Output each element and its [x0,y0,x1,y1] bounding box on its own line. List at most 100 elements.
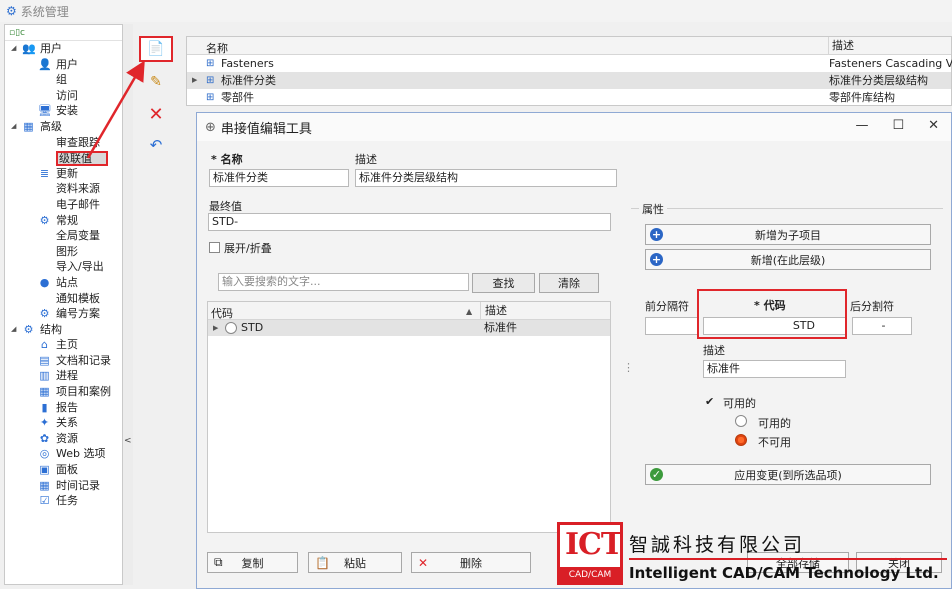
globe-icon: ● [39,275,50,289]
expand-collapse-checkbox[interactable] [209,242,220,253]
tree-expand-icon[interactable]: ▫▯c [9,28,25,38]
prefix-input[interactable] [645,317,699,335]
tree-item[interactable]: 导入/导出 [5,259,122,275]
col-header-desc[interactable]: 描述 [828,37,854,55]
tree-item[interactable]: ≣ 更新 [5,166,122,182]
suffix-label: 后分割符 [850,300,894,313]
tree-item[interactable]: 全局变量 [5,228,122,244]
prop-desc-input[interactable]: 标准件 [703,360,846,378]
new-document-icon: 📄 [147,41,165,57]
tree-item[interactable]: ▮ 报告 [5,400,122,416]
tree-toolbar[interactable]: ▫▯c [5,25,122,41]
tree-item[interactable]: 访问 [5,88,122,104]
tree-item[interactable]: ⚙ 编号方案 [5,306,122,322]
tree-item[interactable]: ⚙ 常规 [5,213,122,229]
grid-header: 名称 描述 [187,37,951,55]
tree-item[interactable]: 👤 用户 [5,57,122,73]
gear-icon: ⚙ [6,4,17,18]
maximize-button[interactable]: ☐ [892,118,904,133]
delete-button[interactable]: ✕ [139,101,173,127]
add-sibling-button[interactable]: + 新增(在此层级) [645,249,931,270]
suffix-input[interactable]: - [852,317,912,335]
radio-available[interactable] [735,415,747,427]
tree-item[interactable]: ◎ Web 选项 [5,446,122,462]
tree-item-label: 安装 [56,104,78,118]
col-header-code[interactable]: 代码 [211,305,233,321]
row-name: Fasteners [221,57,274,70]
undo-button[interactable]: ↶ [139,132,173,158]
sort-asc-icon[interactable]: ▲ [466,307,472,316]
tree-item[interactable]: ▦ 项目和案例 [5,384,122,400]
expand-arrow-icon[interactable]: ◢ [11,119,19,135]
add-child-button[interactable]: + 新增为子项目 [645,224,931,245]
dialog-titlebar[interactable]: ⊕ 串接值编辑工具 [197,113,951,141]
tree-item[interactable]: 通知模板 [5,291,122,307]
check-circle-icon: ✓ [650,468,663,481]
tree-item-label: 任务 [56,494,78,508]
tree-item[interactable]: 资料来源 [5,181,122,197]
tree-item[interactable]: ▤ 文档和记录 [5,353,122,369]
chevron-left-icon[interactable]: < [124,436,132,446]
delete-row-button[interactable]: ✕ 删除 [411,552,531,573]
row-desc: Fasteners Cascading Value [829,57,952,70]
tree-item[interactable]: 电子邮件 [5,197,122,213]
desc-input[interactable]: 标准件分类层级结构 [355,169,617,187]
tree-item[interactable]: ◢ 👥 用户 [5,41,122,57]
highlight-box-code [697,289,847,339]
tree-item[interactable]: ◢ ⚙ 结构 [5,322,122,338]
tree-item[interactable]: ▦ 时间记录 [5,478,122,494]
tree-item[interactable]: ◢ ▦ 高级 [5,119,122,135]
tree-item-label: 常规 [56,213,78,227]
table-row[interactable]: ▶ ⊞ 标准件分类 标准件分类层级结构 [187,72,951,89]
search-input[interactable]: 输入要搜索的文字... [218,273,469,291]
desc-label: 描述 [355,153,377,166]
radio-unavailable[interactable] [735,434,747,446]
table-row[interactable]: ⊞ Fasteners Fasteners Cascading Value [187,55,952,72]
tree-item[interactable]: 图形 [5,244,122,260]
close-window-button[interactable]: ✕ [928,118,939,133]
sidebar-collapse[interactable]: < [123,24,133,585]
process-icon: ▥ [39,369,50,383]
find-button[interactable]: 查找 [472,273,535,293]
code-row[interactable]: ▶ STD 标准件 [208,320,610,336]
expand-arrow-icon[interactable]: ◢ [11,322,19,338]
radio-unavailable-label: 不可用 [758,436,791,449]
radio-icon [225,322,237,334]
tree-item[interactable]: ● 站点 [5,275,122,291]
tree-item[interactable]: ▣ 面板 [5,462,122,478]
tree-item[interactable]: ⌂ 主页 [5,337,122,353]
copy-button[interactable]: ⧉ 复制 [207,552,298,573]
apply-changes-button[interactable]: ✓ 应用变更(到所选品项) [645,464,931,485]
tree-item-label: 访问 [56,88,78,102]
tree-item[interactable]: 审查跟踪 [5,135,122,151]
minimize-button[interactable]: — [855,118,868,133]
final-value-input[interactable]: STD- [208,213,611,231]
checkmark-icon[interactable]: ✔ [705,395,714,408]
resource-icon: ✿ [39,431,50,445]
tree-item[interactable]: ✿ 资源 [5,431,122,447]
nav-tree[interactable]: ▫▯c ◢ 👥 用户 👤 用户组访问 🖥 安装 ◢ ▦ 高级 审查跟踪 级联值 ≣ 更新 资料来源 电子邮件 ⚙… [4,24,123,585]
tree-item[interactable]: 🖥 安装 [5,103,122,119]
tree-item-label: 资源 [56,431,78,445]
tree-item[interactable]: ☑ 任务 [5,493,122,509]
col-header-name[interactable]: 名称 [206,40,228,56]
expand-arrow-icon[interactable]: ◢ [11,41,19,57]
tree-item-label: 报告 [56,400,78,414]
edit-button[interactable]: ✎ [139,69,173,95]
action-toolbar: 📄 ✎ ✕ ↶ [136,24,180,585]
col-header-code-desc[interactable]: 描述 [480,302,507,320]
company-name-cn: 智誠科技有限公司 [629,534,806,556]
new-button[interactable]: 📄 [139,36,173,62]
table-row[interactable]: ⊞ 零部件 零部件库结构 [187,89,951,106]
cascading-values-grid[interactable]: 名称 描述 ⊞ Fasteners Fasteners Cascading Va… [186,36,952,106]
tree-item[interactable]: ✦ 关系 [5,415,122,431]
name-input[interactable]: 标准件分类 [209,169,349,187]
hierarchy-icon: ⊞ [206,75,215,86]
row-expand-icon[interactable]: ▶ [213,320,218,336]
paste-button[interactable]: 📋 粘贴 [308,552,402,573]
tree-item[interactable]: 组 [5,72,122,88]
code-grid[interactable]: 代码 ▲ 描述 ▶ STD 标准件 [207,301,611,533]
clear-button[interactable]: 清除 [539,273,599,293]
tree-item[interactable]: 级联值 [5,150,122,167]
tree-item[interactable]: ▥ 进程 [5,368,122,384]
